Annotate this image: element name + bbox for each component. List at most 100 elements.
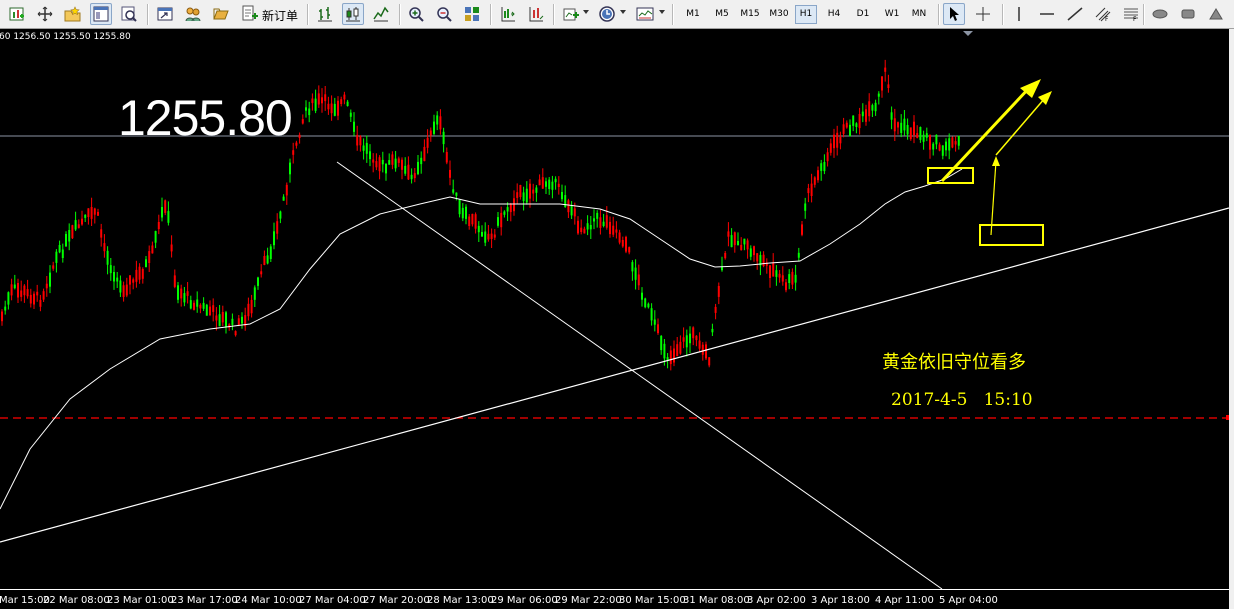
cursor-tool-button[interactable] — [943, 3, 965, 25]
price-chart[interactable]: 60 1256.50 1255.50 1255.80 1255.80 黄金依旧守… — [0, 29, 1234, 609]
timeframe-m30[interactable]: M30 — [766, 5, 792, 24]
candle-body — [186, 291, 189, 296]
rectangle-icon — [1181, 9, 1195, 19]
candle-body — [929, 135, 931, 150]
tile-windows-button[interactable] — [461, 3, 483, 25]
terminal-button[interactable] — [210, 3, 232, 25]
channel-tool-button[interactable]: F — [1092, 3, 1114, 25]
candle-body — [705, 344, 707, 359]
candle-body — [519, 185, 522, 197]
candle-body — [615, 229, 618, 233]
candle-body — [650, 308, 653, 321]
new-chart-button[interactable] — [6, 3, 28, 25]
candle-body — [74, 220, 77, 230]
candle-body — [548, 179, 551, 189]
fibonacci-tool-button[interactable]: F — [1120, 3, 1142, 25]
candle-body — [554, 178, 557, 183]
candle-body — [212, 305, 215, 312]
candle-body — [593, 218, 595, 222]
candle-body — [916, 133, 919, 138]
candle-body — [148, 251, 151, 263]
templates-dropdown-arrow[interactable] — [659, 10, 665, 14]
candle-body — [618, 232, 621, 243]
people-icon — [185, 7, 201, 22]
candle-body — [685, 335, 688, 348]
periods-dropdown-arrow[interactable] — [620, 10, 626, 14]
timeframe-h1[interactable]: H1 — [795, 5, 817, 24]
candle-body — [407, 164, 410, 180]
candle-body — [855, 123, 858, 127]
candle-body — [861, 111, 864, 117]
candle-body — [359, 136, 362, 146]
candle-body — [804, 203, 807, 211]
favorites-button[interactable] — [61, 3, 83, 25]
timeframe-h4[interactable]: H4 — [823, 5, 845, 24]
svg-text:F: F — [1105, 16, 1109, 22]
market-watch-button[interactable] — [154, 3, 176, 25]
profiles-button[interactable] — [34, 3, 56, 25]
time-axis-label: 27 Mar 04:00 — [299, 595, 366, 606]
time-axis-label: 4 Apr 11:00 — [875, 595, 934, 606]
crosshair-tool-button[interactable] — [972, 3, 994, 25]
horizontal-line-tool-button[interactable] — [1036, 3, 1058, 25]
current-price-label: 1255.80 — [118, 90, 293, 146]
candle-body — [631, 262, 634, 272]
templates-icon — [636, 7, 654, 21]
candle-body — [68, 230, 71, 242]
candle-body — [218, 314, 221, 327]
zoom-out-button[interactable] — [433, 3, 455, 25]
candle-body — [141, 269, 144, 279]
candlestick-icon — [346, 7, 360, 22]
candle-body — [842, 124, 845, 134]
candle-body — [657, 324, 659, 334]
zoom-in-button[interactable] — [405, 3, 427, 25]
timeframe-d1[interactable]: D1 — [852, 5, 874, 24]
candle-body — [100, 229, 103, 238]
candle-body — [730, 235, 733, 248]
candle-body — [801, 224, 803, 235]
candle-body — [874, 102, 877, 112]
candle-body — [756, 253, 759, 262]
candle-body — [330, 103, 333, 114]
new-order-button[interactable]: 新订单 — [237, 3, 301, 27]
timeframe-mn[interactable]: MN — [907, 5, 931, 24]
auto-scroll-button[interactable] — [525, 3, 547, 25]
candle-body — [868, 101, 871, 117]
candle-body — [375, 161, 378, 168]
window-arrow-icon — [157, 7, 173, 21]
indicators-dropdown-arrow[interactable] — [583, 10, 589, 14]
candle-body — [641, 292, 643, 300]
timeframe-w1[interactable]: W1 — [880, 5, 904, 24]
periods-button[interactable] — [596, 3, 618, 25]
indicators-button[interactable] — [560, 3, 582, 25]
data-window-button[interactable] — [90, 3, 112, 25]
trendline-tool-button[interactable] — [1064, 3, 1086, 25]
chart-shift-button[interactable] — [497, 3, 519, 25]
templates-button[interactable] — [633, 3, 655, 25]
rectangle-tool-button[interactable] — [1177, 3, 1199, 25]
ellipse-tool-button[interactable] — [1149, 3, 1171, 25]
timeframe-m15[interactable]: M15 — [737, 5, 763, 24]
candle-body — [324, 94, 327, 102]
candle-body — [605, 215, 608, 228]
candle-body — [20, 290, 23, 297]
bar-chart-button[interactable] — [314, 3, 336, 25]
line-chart-button[interactable] — [370, 3, 392, 25]
candle-body — [71, 225, 74, 239]
triangle-tool-button[interactable] — [1205, 3, 1227, 25]
ohlc-header: 60 1256.50 1255.50 1255.80 — [0, 32, 131, 42]
timeframe-m5[interactable]: M5 — [710, 5, 734, 24]
strategy-tester-button[interactable] — [118, 3, 140, 25]
vertical-line-tool-button[interactable] — [1008, 3, 1030, 25]
new-order-icon — [242, 5, 258, 21]
candlestick-chart-button[interactable] — [342, 3, 364, 25]
navigator-button[interactable] — [182, 3, 204, 25]
candle-body — [557, 183, 560, 187]
candle-body — [337, 100, 339, 116]
candle-body — [116, 277, 119, 282]
ellipse-icon — [1152, 9, 1168, 19]
candle-body — [535, 187, 538, 193]
candle-body — [637, 274, 640, 286]
timeframe-m1[interactable]: M1 — [682, 5, 704, 24]
candle-body — [749, 248, 752, 257]
